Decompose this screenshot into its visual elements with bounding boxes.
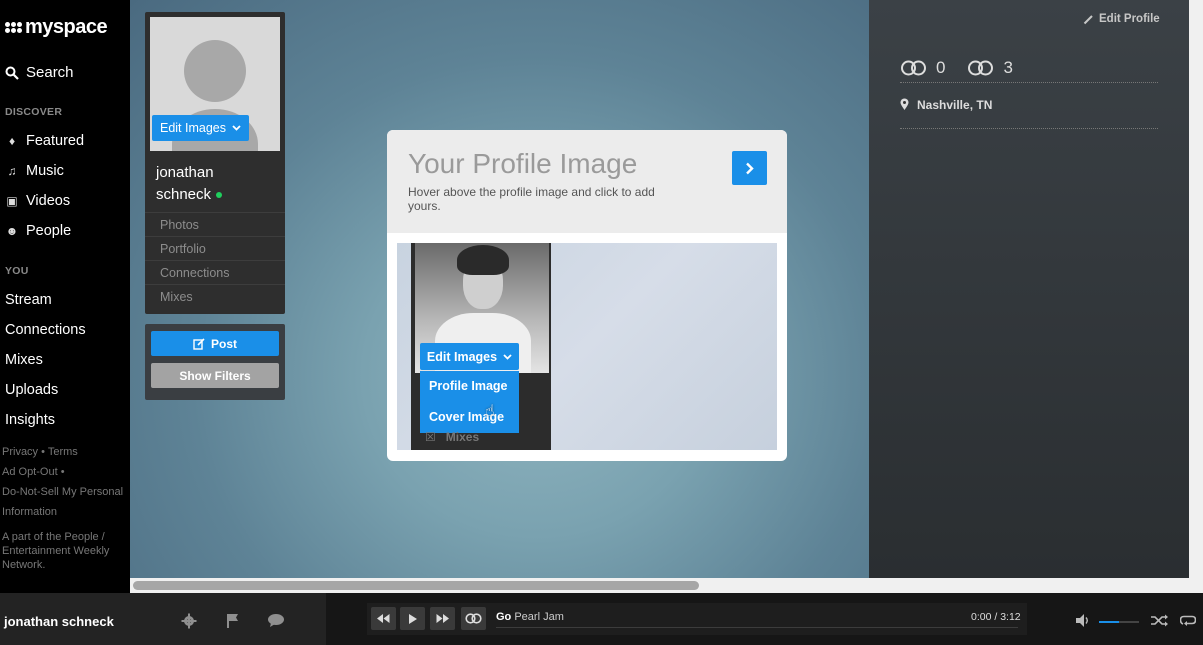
terms-link[interactable]: Terms (48, 446, 78, 458)
track-title: Go (496, 611, 512, 623)
flame-icon: ♦ (8, 134, 16, 148)
flag-icon[interactable] (226, 613, 239, 631)
show-filters-button[interactable]: Show Filters (151, 363, 279, 388)
next-button[interactable] (732, 151, 767, 185)
edit-profile-link[interactable]: Edit Profile (1083, 13, 1160, 25)
chat-icon[interactable] (267, 613, 285, 631)
illustration-dropdown-menu: Profile Image Cover Image (420, 371, 519, 433)
play-icon (408, 613, 417, 624)
connection-stats: 0 3 (900, 53, 1158, 83)
fast-forward-icon (436, 614, 449, 623)
modal-subtitle: Hover above the profile image and click … (408, 185, 655, 213)
profile-link-photos[interactable]: Photos (145, 212, 285, 236)
player-user-name[interactable]: jonathan schneck (4, 614, 114, 629)
music-note-icon: ♫ (7, 164, 17, 178)
post-button[interactable]: Post (151, 331, 279, 356)
nav-item-mixes[interactable]: Mixes (5, 352, 43, 368)
edit-icon (193, 337, 205, 350)
volume-icon[interactable] (1076, 614, 1091, 630)
modal-title: Your Profile Image (408, 148, 638, 179)
rewind-button[interactable] (371, 607, 396, 630)
connect-rings-icon (465, 613, 482, 624)
track-time: 0:00 / 3:12 (971, 611, 1021, 623)
volume-slider-fill (1099, 621, 1119, 623)
vertical-scrollbar[interactable] (1189, 0, 1203, 578)
connect-button[interactable] (461, 607, 486, 630)
nav-item-insights[interactable]: Insights (5, 412, 55, 428)
music-player-bar: jonathan schneck (0, 593, 1203, 645)
illustration-edit-images-button: Edit Images (420, 343, 519, 370)
profile-link-connections[interactable]: Connections (145, 260, 285, 284)
edit-images-button[interactable]: Edit Images (152, 115, 249, 141)
map-pin-icon (900, 98, 909, 110)
myspace-logo[interactable]: myspace (5, 16, 108, 39)
myspace-logo-icon (5, 22, 22, 33)
shuffle-icon[interactable] (1151, 614, 1168, 630)
illustration-hair (457, 245, 509, 275)
profile-link-portfolio[interactable]: Portfolio (145, 236, 285, 260)
pencil-icon (1083, 14, 1093, 24)
rewind-icon (377, 614, 390, 623)
chevron-right-icon (746, 162, 754, 174)
stat-connected-to-you[interactable]: 0 (900, 58, 945, 78)
footer-links: Privacy • Terms Ad Opt-Out • Do-Not-Sell… (2, 446, 124, 518)
profile-image-tip-modal: Your Profile Image Hover above the profi… (387, 130, 787, 461)
chevron-down-icon (503, 353, 512, 360)
connect-rings-icon (901, 60, 926, 75)
discover-heading: DISCOVER (5, 106, 63, 118)
do-not-sell-link[interactable]: Do-Not-Sell My Personal Information (2, 486, 123, 518)
you-heading: YOU (5, 265, 29, 277)
tip-illustration: Edit Images Profile Image Cover Image ☝ … (397, 243, 777, 450)
profile-info-panel (869, 0, 1189, 578)
nav-item-videos[interactable]: ▣ Videos (5, 193, 70, 209)
horizontal-scrollbar-thumb[interactable] (133, 581, 699, 590)
track-artist: Pearl Jam (514, 611, 564, 623)
play-button[interactable] (400, 607, 425, 630)
gear-icon[interactable] (181, 613, 197, 632)
location: Nashville, TN (900, 95, 1158, 129)
video-icon: ▣ (6, 194, 18, 208)
modal-header: Your Profile Image Hover above the profi… (387, 130, 787, 233)
people-icon: ☻ (5, 224, 19, 238)
nav-item-music[interactable]: ♫ Music (5, 163, 64, 179)
network-note: A part of the People / Entertainment Wee… (2, 531, 110, 571)
nav-item-stream[interactable]: Stream (5, 292, 52, 308)
illustration-mixes-link: ☒ Mixes (425, 430, 480, 444)
stat-you-connected-to[interactable]: 3 (967, 58, 1013, 78)
online-status-dot (216, 192, 223, 199)
hand-cursor-icon: ☝ (485, 403, 495, 420)
nav-item-uploads[interactable]: Uploads (5, 382, 58, 398)
ad-opt-out-link[interactable]: Ad Opt-Out (2, 466, 58, 478)
side-nav: myspace Search DISCOVER ♦ Featured ♫ Music… (0, 0, 130, 593)
avatar-placeholder-head (184, 40, 246, 102)
fast-forward-button[interactable] (430, 607, 455, 630)
nav-search[interactable]: Search (5, 64, 74, 81)
chevron-down-icon (232, 125, 241, 131)
profile-links: Photos Portfolio Connections Mixes (145, 212, 285, 308)
connect-rings-icon (968, 60, 994, 75)
repeat-icon[interactable] (1179, 614, 1197, 630)
profile-link-mixes[interactable]: Mixes (145, 284, 285, 308)
search-icon (5, 66, 19, 80)
nav-item-featured[interactable]: ♦ Featured (5, 133, 84, 149)
track-progress-bar[interactable] (496, 627, 1018, 628)
mixes-icon: ☒ (425, 430, 436, 444)
illustration-menu-profile-image: Profile Image (429, 379, 508, 393)
profile-name[interactable]: jonathan schneck (156, 162, 223, 206)
now-playing-track[interactable]: Go Pearl Jam (496, 611, 564, 623)
nav-item-people[interactable]: ☻ People (5, 223, 71, 239)
illustration-menu-cover-image: Cover Image (429, 410, 505, 424)
nav-item-connections[interactable]: Connections (5, 322, 86, 338)
privacy-link[interactable]: Privacy (2, 446, 38, 458)
